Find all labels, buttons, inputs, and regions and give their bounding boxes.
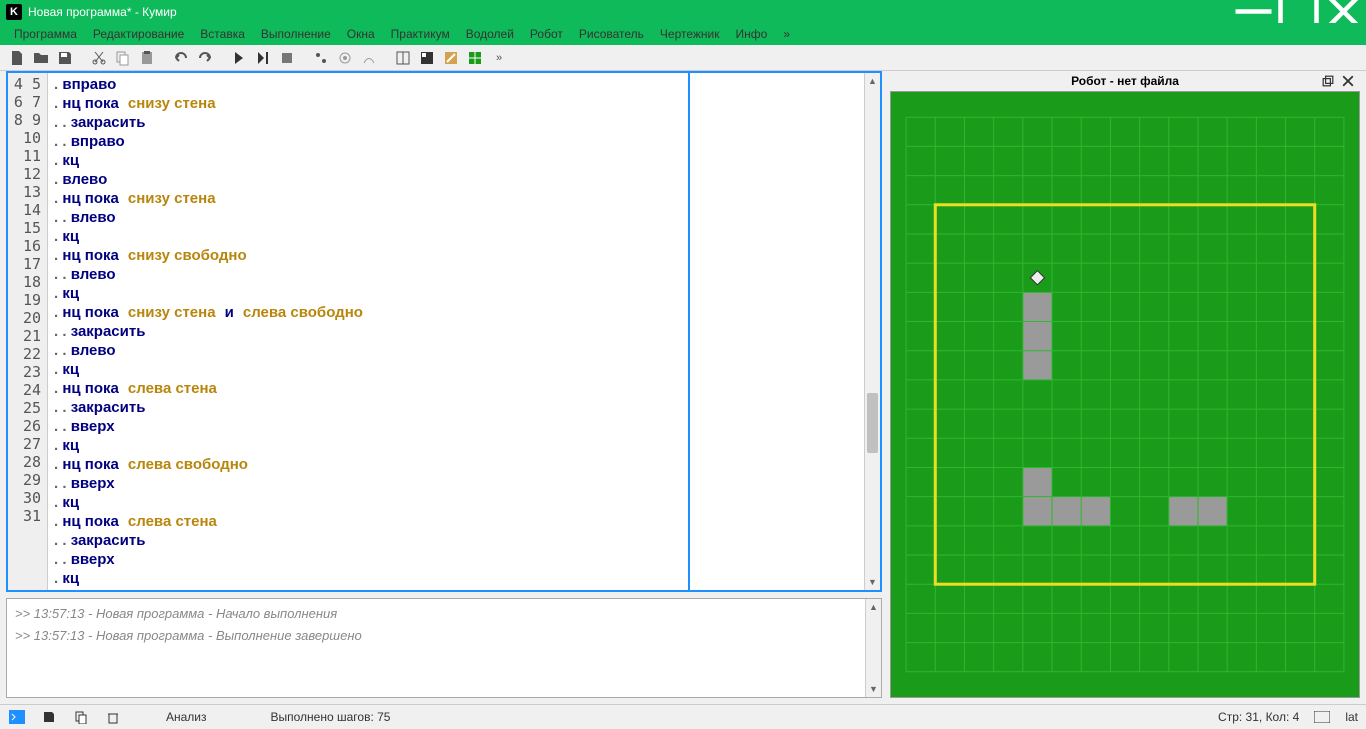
status-delete-icon[interactable] bbox=[104, 708, 122, 726]
statusbar: Анализ Выполнено шагов: 75 Стр: 31, Кол:… bbox=[0, 704, 1366, 729]
menu-item-2[interactable]: Вставка bbox=[192, 25, 253, 43]
status-lang: lat bbox=[1345, 710, 1358, 724]
code-area[interactable]: . вправо . нц пока снизу стена . . закра… bbox=[48, 73, 864, 590]
scroll-thumb[interactable] bbox=[867, 393, 878, 453]
menu-item-6[interactable]: Водолей bbox=[458, 25, 522, 43]
scroll-down-icon[interactable]: ▼ bbox=[866, 681, 881, 697]
titlebar: K Новая программа* - Кумир bbox=[0, 0, 1366, 23]
panel3-icon[interactable] bbox=[440, 47, 462, 69]
status-keyboard-icon[interactable] bbox=[1313, 708, 1331, 726]
robot-close-icon[interactable] bbox=[1340, 73, 1356, 89]
status-save-icon[interactable] bbox=[40, 708, 58, 726]
window-title: Новая программа* - Кумир bbox=[28, 5, 1231, 19]
new-file-icon[interactable] bbox=[6, 47, 28, 69]
menu-item-5[interactable]: Практикум bbox=[383, 25, 458, 43]
copy-icon[interactable] bbox=[112, 47, 134, 69]
stop-icon[interactable] bbox=[276, 47, 298, 69]
menu-item-0[interactable]: Программа bbox=[6, 25, 85, 43]
maximize-button[interactable] bbox=[1276, 0, 1321, 23]
robot-grid bbox=[891, 92, 1359, 697]
app-icon: K bbox=[6, 4, 22, 20]
menu-item-7[interactable]: Робот bbox=[522, 25, 571, 43]
output-console: >> 13:57:13 - Новая программа - Начало в… bbox=[6, 598, 882, 698]
step-icon[interactable] bbox=[252, 47, 274, 69]
toolbar-overflow[interactable]: » bbox=[488, 47, 510, 69]
tool3-icon[interactable] bbox=[358, 47, 380, 69]
robot-header: Робот - нет файла bbox=[890, 71, 1360, 91]
run-icon[interactable] bbox=[228, 47, 250, 69]
main-area: 4 5 6 7 8 9 10 11 12 13 14 15 16 17 18 1… bbox=[0, 71, 1366, 704]
status-steps: Выполнено шагов: 75 bbox=[271, 710, 391, 724]
close-button[interactable] bbox=[1321, 0, 1366, 23]
robot-field[interactable] bbox=[890, 91, 1360, 698]
menubar: ПрограммаРедактированиеВставкаВыполнение… bbox=[0, 23, 1366, 45]
status-cursor-pos: Стр: 31, Кол: 4 bbox=[1218, 710, 1299, 724]
editor-split[interactable] bbox=[688, 73, 690, 590]
console-scrollbar[interactable]: ▲ ▼ bbox=[865, 599, 881, 697]
redo-icon[interactable] bbox=[194, 47, 216, 69]
status-console-icon[interactable] bbox=[8, 708, 26, 726]
robot-title: Робот - нет файла bbox=[1071, 74, 1179, 88]
open-file-icon[interactable] bbox=[30, 47, 52, 69]
menu-item-8[interactable]: Рисователь bbox=[571, 25, 652, 43]
minimize-button[interactable] bbox=[1231, 0, 1276, 23]
scroll-up-icon[interactable]: ▲ bbox=[866, 599, 881, 615]
tool2-icon[interactable] bbox=[334, 47, 356, 69]
menu-item-3[interactable]: Выполнение bbox=[253, 25, 339, 43]
panel2-icon[interactable] bbox=[416, 47, 438, 69]
undo-icon[interactable] bbox=[170, 47, 192, 69]
code-editor[interactable]: 4 5 6 7 8 9 10 11 12 13 14 15 16 17 18 1… bbox=[6, 71, 882, 592]
status-copy-icon[interactable] bbox=[72, 708, 90, 726]
menu-item-1[interactable]: Редактирование bbox=[85, 25, 192, 43]
line-gutter: 4 5 6 7 8 9 10 11 12 13 14 15 16 17 18 1… bbox=[8, 73, 48, 590]
save-icon[interactable] bbox=[54, 47, 76, 69]
console-text: >> 13:57:13 - Новая программа - Начало в… bbox=[7, 599, 865, 697]
cut-icon[interactable] bbox=[88, 47, 110, 69]
scroll-down-icon[interactable]: ▼ bbox=[865, 574, 880, 590]
breakpoint-icon[interactable] bbox=[310, 47, 332, 69]
menu-item-10[interactable]: Инфо bbox=[728, 25, 776, 43]
menu-item-9[interactable]: Чертежник bbox=[652, 25, 728, 43]
editor-scrollbar[interactable]: ▲ ▼ bbox=[864, 73, 880, 590]
menu-item-4[interactable]: Окна bbox=[339, 25, 383, 43]
panel4-icon[interactable] bbox=[464, 47, 486, 69]
paste-icon[interactable] bbox=[136, 47, 158, 69]
menu-item-11[interactable]: » bbox=[775, 25, 798, 43]
status-analysis: Анализ bbox=[166, 710, 207, 724]
robot-restore-icon[interactable] bbox=[1320, 73, 1336, 89]
robot-panel: Робот - нет файла bbox=[890, 71, 1360, 698]
toolbar: » bbox=[0, 45, 1366, 71]
scroll-up-icon[interactable]: ▲ bbox=[865, 73, 880, 89]
panel1-icon[interactable] bbox=[392, 47, 414, 69]
left-column: 4 5 6 7 8 9 10 11 12 13 14 15 16 17 18 1… bbox=[6, 71, 882, 698]
